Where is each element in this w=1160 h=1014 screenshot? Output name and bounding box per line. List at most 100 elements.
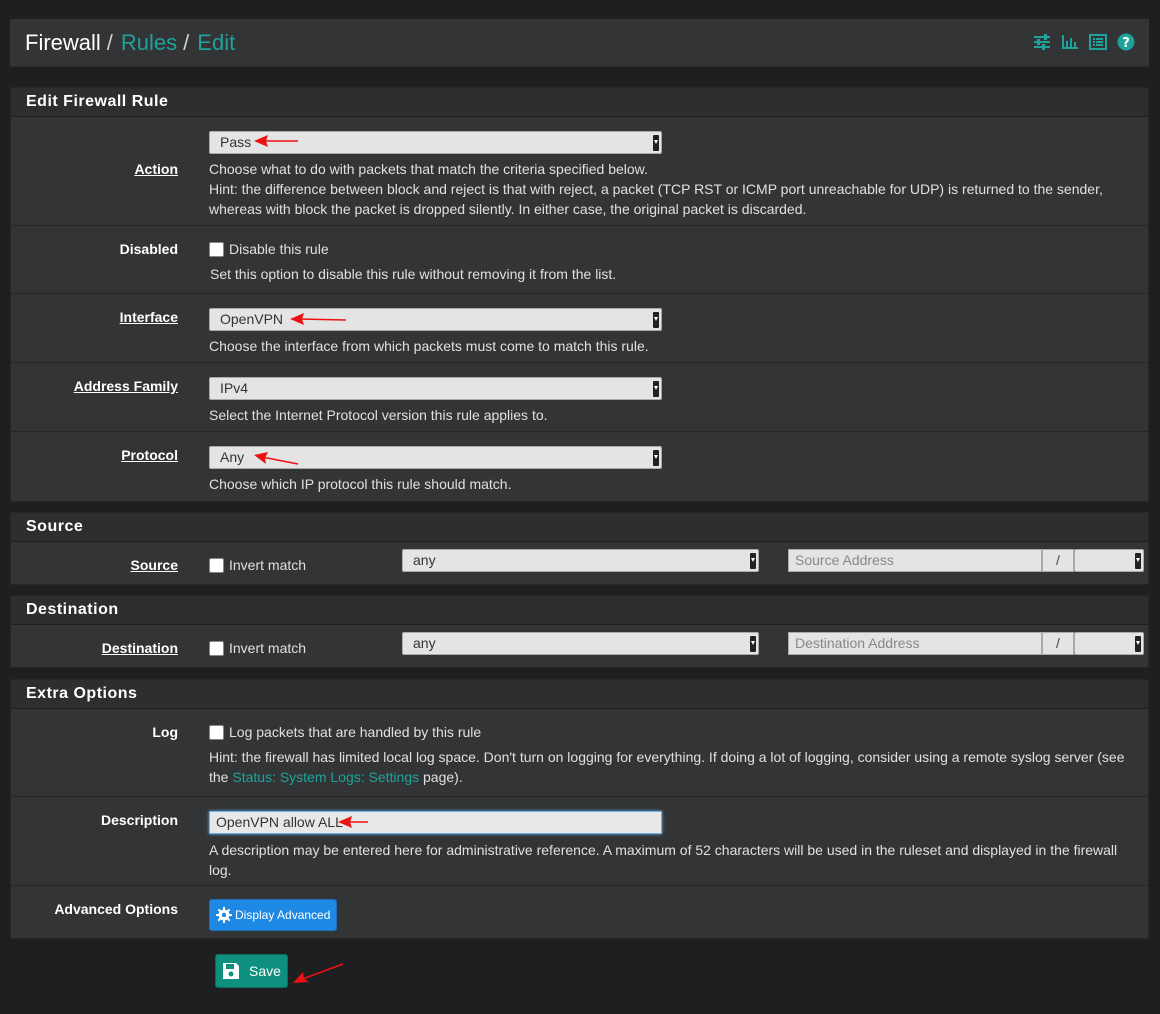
chevron-down-icon — [750, 553, 756, 569]
help-icon[interactable]: ? — [1117, 33, 1135, 51]
advanced-options-row: Advanced Options Display Advanced — [11, 886, 1148, 938]
address-family-label: Address Family — [73, 378, 178, 394]
extra-options-panel: Extra Options Log Log packets that are h… — [10, 679, 1149, 939]
destination-row: Destination Invert match any Destination… — [11, 625, 1148, 667]
destination-label: Destination — [101, 640, 178, 656]
disable-rule-option: Disable this rule — [209, 241, 329, 257]
interface-help: Choose the interface from which packets … — [209, 338, 649, 354]
interface-select-value: OpenVPN — [220, 311, 284, 327]
chevron-down-icon — [1135, 636, 1141, 652]
chevron-down-icon — [750, 636, 756, 652]
destination-mask-select[interactable] — [1074, 632, 1144, 655]
log-option: Log packets that are handled by this rul… — [209, 724, 481, 740]
save-button[interactable]: Save — [215, 954, 288, 988]
list-icon[interactable] — [1089, 33, 1107, 51]
interface-label: Interface — [119, 309, 178, 325]
description-label: Description — [100, 812, 178, 828]
destination-address-input[interactable]: Destination Address — [788, 632, 1042, 655]
address-family-row: Address Family IPv4 Select the Internet … — [11, 363, 1148, 432]
destination-panel: Destination Destination Invert match any… — [10, 595, 1149, 668]
display-advanced-button[interactable]: Display Advanced — [209, 899, 338, 931]
breadcrumb-separator: / — [183, 29, 190, 55]
interface-select[interactable]: OpenVPN — [209, 308, 662, 331]
source-type-select[interactable]: any — [402, 549, 759, 572]
breadcrumb-edit[interactable]: Edit — [197, 30, 235, 56]
edit-rule-panel: Edit Firewall Rule Action Pass Choose wh… — [10, 87, 1149, 502]
breadcrumb-rules[interactable]: Rules — [121, 30, 177, 56]
panel-title: Edit Firewall Rule — [11, 88, 1148, 117]
log-help-line: Hint: the firewall has limited local log… — [209, 749, 1125, 765]
panel-title: Destination — [11, 596, 1148, 625]
source-invert-label: Invert match — [229, 557, 307, 573]
log-checkbox[interactable] — [209, 725, 224, 740]
description-row: Description OpenVPN allow ALL A descript… — [11, 797, 1148, 886]
gear-icon — [216, 907, 232, 923]
panel-title: Extra Options — [11, 680, 1148, 709]
source-address-input[interactable]: Source Address — [788, 549, 1042, 572]
protocol-label: Protocol — [121, 447, 178, 463]
destination-mask-separator: / — [1042, 632, 1074, 655]
action-row: Action Pass Choose what to do with packe… — [11, 117, 1148, 226]
action-help-line: whereas with block the packet is dropped… — [209, 201, 807, 217]
log-help-text: page). — [423, 769, 463, 785]
source-invert-option: Invert match — [209, 557, 306, 573]
chevron-down-icon — [1135, 553, 1141, 569]
action-select-value: Pass — [220, 134, 252, 150]
system-logs-settings-link[interactable]: Status: System Logs: Settings — [232, 769, 419, 785]
chevron-down-icon — [653, 450, 659, 466]
save-label: Save — [249, 963, 281, 979]
action-help-line: Choose what to do with packets that matc… — [209, 161, 648, 177]
destination-type-value: any — [413, 635, 436, 651]
chevron-down-icon — [653, 135, 659, 151]
source-mask-separator: / — [1042, 549, 1074, 572]
disabled-label: Disabled — [119, 241, 178, 257]
header-icons: ? — [1033, 33, 1135, 51]
disabled-help: Set this option to disable this rule wit… — [210, 266, 617, 282]
log-help-line: the Status: System Logs: Settings page). — [209, 767, 1139, 787]
source-type-value: any — [413, 552, 436, 568]
destination-invert-option: Invert match — [209, 640, 306, 656]
action-help-line: Hint: the difference between block and r… — [209, 181, 1103, 197]
protocol-select[interactable]: Any — [209, 446, 662, 469]
action-select[interactable]: Pass — [209, 131, 662, 154]
destination-invert-label: Invert match — [229, 640, 307, 656]
annotation-arrow — [293, 963, 344, 983]
chevron-down-icon — [653, 312, 659, 328]
sliders-icon[interactable] — [1033, 33, 1051, 51]
source-panel: Source Source Invert match any Source Ad… — [10, 512, 1149, 585]
display-advanced-label: Display Advanced — [235, 908, 331, 922]
address-family-select-value: IPv4 — [220, 380, 249, 396]
description-help: A description may be entered here for ad… — [209, 840, 1139, 880]
advanced-options-label: Advanced Options — [54, 901, 178, 917]
log-help-text: the — [209, 769, 229, 785]
source-row: Source Invert match any Source Address / — [11, 542, 1148, 584]
breadcrumb-separator: / — [106, 29, 113, 55]
log-help: Hint: the firewall has limited local log… — [209, 747, 1139, 787]
action-help: Choose what to do with packets that matc… — [209, 159, 1139, 219]
address-family-help: Select the Internet Protocol version thi… — [209, 407, 548, 423]
disable-rule-checkbox-label: Disable this rule — [229, 241, 329, 257]
source-mask-select[interactable] — [1074, 549, 1144, 572]
disable-rule-checkbox[interactable] — [209, 242, 224, 257]
panel-title: Source — [11, 513, 1148, 542]
description-help-line: log. — [209, 862, 232, 878]
floppy-disk-icon — [223, 963, 239, 979]
chart-icon[interactable] — [1061, 33, 1079, 51]
action-label: Action — [134, 161, 178, 177]
description-input[interactable]: OpenVPN allow ALL — [209, 811, 662, 834]
log-checkbox-label: Log packets that are handled by this rul… — [229, 724, 482, 740]
protocol-row: Protocol Any Choose which IP protocol th… — [11, 432, 1148, 501]
protocol-select-value: Any — [220, 449, 245, 465]
log-row: Log Log packets that are handled by this… — [11, 709, 1148, 797]
description-help-line: A description may be entered here for ad… — [209, 842, 1118, 858]
source-label: Source — [130, 557, 178, 573]
chevron-down-icon — [653, 381, 659, 397]
destination-type-select[interactable]: any — [402, 632, 759, 655]
breadcrumb-firewall: Firewall — [25, 29, 101, 55]
protocol-help: Choose which IP protocol this rule shoul… — [209, 476, 512, 492]
address-family-select[interactable]: IPv4 — [209, 377, 662, 400]
log-label: Log — [152, 724, 178, 740]
disabled-row: Disabled Disable this rule Set this opti… — [11, 226, 1148, 294]
destination-invert-checkbox[interactable] — [209, 641, 224, 656]
source-invert-checkbox[interactable] — [209, 558, 224, 573]
